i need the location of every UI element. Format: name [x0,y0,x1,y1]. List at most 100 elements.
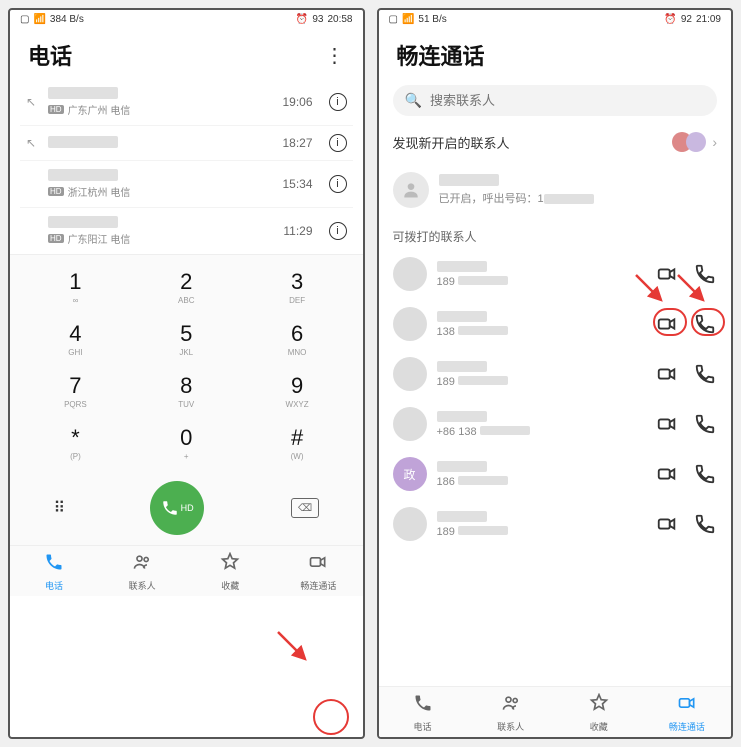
voice-call-button[interactable] [693,412,717,436]
contact-row[interactable]: 189 [379,249,732,299]
call-log-item[interactable]: ↖ 18:27 i [20,126,353,161]
video-icon [274,552,362,577]
info-icon[interactable]: i [329,175,347,193]
nav-label: 收藏 [186,579,274,592]
section-title: 可拨打的联系人 [379,218,732,249]
arrow-annotation [273,627,313,667]
contact-avatar [393,507,427,541]
contact-row[interactable]: 189 [379,499,732,549]
voice-call-button[interactable] [693,462,717,486]
nav-phone[interactable]: 电话 [10,546,98,596]
contact-name-blur [48,136,118,148]
hd-badge: HD [48,187,64,196]
contact-phone: 186 [437,476,455,488]
alarm-icon: ⏰ [664,14,676,25]
more-button[interactable]: ⋮ [325,43,345,68]
nav-video[interactable]: 畅连通话 [274,546,362,596]
time-text: 21:09 [696,14,721,25]
call-log-item[interactable]: HD浙江杭州 电信 15:34 i [20,161,353,208]
outgoing-call-icon: ↖ [26,95,40,109]
info-icon[interactable]: i [329,222,347,240]
dialpad: 1∞2ABC3DEF 4GHI5JKL6MNO 7PQRS8TUV9WXYZ *(P)… [10,254,363,475]
voice-call-button[interactable] [693,512,717,536]
dialpad-key-5[interactable]: 5JKL [131,313,242,365]
dialpad-key-9[interactable]: 9WXYZ [242,365,353,417]
voice-call-button[interactable] [693,262,717,286]
discover-row[interactable]: 发现新开启的联系人 › [379,122,732,162]
highlight-circle [653,308,687,336]
call-loc: 浙江杭州 电信 [68,184,131,199]
dialpad-key-6[interactable]: 6MNO [242,313,353,365]
video-call-button[interactable] [655,412,679,436]
highlight-circle [691,308,725,336]
dialpad-key-8[interactable]: 8TUV [131,365,242,417]
call-button[interactable]: HD [150,481,204,535]
video-call-button[interactable] [655,512,679,536]
nav-contacts[interactable]: 联系人 [98,546,186,596]
dial-action-row: ⠿ HD ⌫ [10,475,363,545]
contacts-icon [98,552,186,577]
discover-label: 发现新开启的联系人 [393,133,510,152]
battery-text: 92 [681,14,692,25]
video-call-button[interactable] [655,262,679,286]
nav-contacts[interactable]: 联系人 [467,687,555,737]
star-icon [555,693,643,718]
backspace-button[interactable]: ⌫ [291,498,319,518]
call-log-list: ↖ HD广东广州 电信 19:06 i ↖ 18:27 i HD浙江杭州 电信 … [10,79,363,254]
video-call-button[interactable] [655,362,679,386]
nav-label: 联系人 [467,720,555,733]
dialpad-key-1[interactable]: 1∞ [20,261,131,313]
info-icon[interactable]: i [329,93,347,111]
signal-icon: 📶 [402,14,414,25]
self-avatar [393,172,429,208]
contact-row[interactable]: +86 138 [379,399,732,449]
call-log-item[interactable]: HD广东阳江 电信 11:29 i [20,208,353,254]
nav-video[interactable]: 畅连通话 [643,687,731,737]
contact-phone: 138 [437,326,455,338]
nav-star[interactable]: 收藏 [555,687,643,737]
contact-name-blur [437,361,487,372]
contact-name-blur [48,216,118,228]
search-bar[interactable]: 🔍 [393,85,718,116]
dialpad-key-7[interactable]: 7PQRS [20,365,131,417]
contact-name-blur [437,411,487,422]
status-bar: ▢ 📶 51 B/s ⏰ 92 21:09 [379,10,732,29]
video-call-button[interactable] [655,462,679,486]
dialpad-key-4[interactable]: 4GHI [20,313,131,365]
self-sub: 已开启，呼出号码：1 [439,193,544,205]
voice-call-button[interactable] [693,362,717,386]
nav-star[interactable]: 收藏 [186,546,274,596]
hd-badge: HD [48,234,64,243]
contact-name-blur [48,169,118,181]
chevron-right-icon: › [712,134,717,150]
contact-row[interactable]: 政 186 [379,449,732,499]
nav-label: 电话 [379,720,467,733]
header: 电话 ⋮ [10,29,363,79]
self-contact-row[interactable]: 已开启，呼出号码：1 [379,162,732,218]
call-time: 19:06 [282,95,312,109]
page-title: 畅连通话 [397,39,485,71]
contact-avatar [393,407,427,441]
nav-label: 收藏 [555,720,643,733]
speed-text: 51 B/s [418,14,446,25]
nav-phone[interactable]: 电话 [379,687,467,737]
contact-row[interactable]: 189 [379,349,732,399]
status-bar: ▢ 📶 384 B/s ⏰ 93 20:58 [10,10,363,29]
dialpad-key-2[interactable]: 2ABC [131,261,242,313]
dialpad-key-3[interactable]: 3DEF [242,261,353,313]
hd-label: HD [181,503,194,513]
contacts-icon [467,693,555,718]
call-log-item[interactable]: ↖ HD广东广州 电信 19:06 i [20,79,353,126]
dialpad-key-0[interactable]: 0+ [131,417,242,469]
info-icon[interactable]: i [329,134,347,152]
video-icon [643,693,731,718]
dialpad-key-#[interactable]: #(W) [242,417,353,469]
nav-label: 联系人 [98,579,186,592]
search-input[interactable] [430,93,705,108]
dialpad-key-*[interactable]: *(P) [20,417,131,469]
star-icon [186,552,274,577]
contact-avatar [393,357,427,391]
highlight-circle [313,699,349,735]
nav-label: 电话 [10,579,98,592]
dial-menu-button[interactable]: ⠿ [53,498,63,518]
